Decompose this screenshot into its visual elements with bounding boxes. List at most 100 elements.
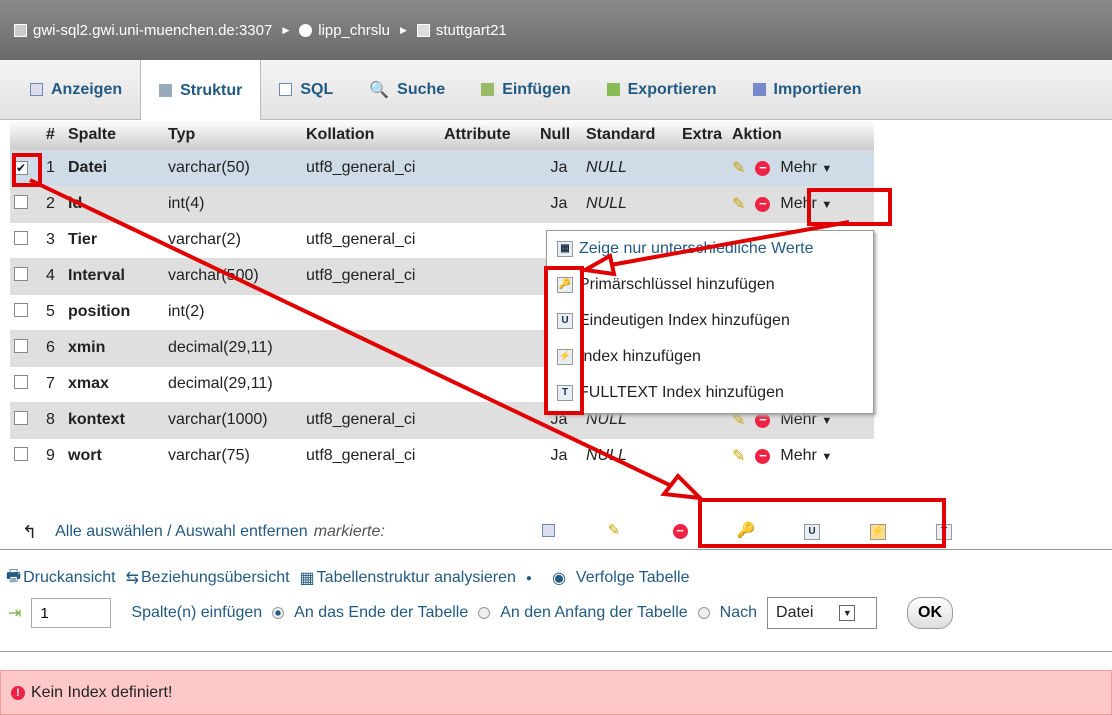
track-table-link[interactable]: Verfolge Tabelle [576, 569, 690, 587]
radio-start[interactable] [478, 607, 491, 619]
unique-icon[interactable]: U [779, 521, 845, 540]
insert-icon [481, 83, 495, 96]
row-checkbox[interactable] [14, 266, 28, 281]
print-view-link[interactable]: Druckansicht [23, 569, 115, 587]
cell-attributes [440, 401, 536, 438]
analyze-link[interactable]: Tabellenstruktur analysieren [317, 569, 516, 587]
warning-icon: ! [11, 685, 25, 700]
edit-icon[interactable]: ✎ [732, 194, 745, 214]
sql-icon [279, 83, 293, 96]
edit-icon[interactable]: ✎ [732, 446, 745, 466]
drop-icon[interactable]: − [755, 412, 771, 428]
search-icon: 🔍 [369, 81, 390, 99]
cell-attributes [440, 221, 536, 258]
after-column-select[interactable]: Datei ▼ [767, 597, 878, 629]
breadcrumb-database[interactable]: lipp_chrslu [318, 22, 390, 39]
cell-type: int(2) [164, 293, 302, 330]
drop-icon[interactable]: − [755, 160, 771, 176]
radio-end[interactable] [272, 607, 285, 619]
drop-icon[interactable]: − [755, 196, 771, 212]
radio-after[interactable] [697, 607, 710, 619]
row-checkbox[interactable]: ✔ [14, 161, 28, 175]
error-text: Kein Index definiert! [31, 683, 173, 701]
tab-structure[interactable]: Struktur [140, 60, 262, 121]
cell-num: 6 [42, 329, 64, 366]
cell-num: 5 [42, 293, 64, 330]
tab-search[interactable]: 🔍 Suche [351, 60, 463, 120]
col-header-null: Null [536, 120, 582, 150]
tab-import[interactable]: Importieren [735, 60, 880, 120]
cell-collation: utf8_general_ci [302, 401, 440, 438]
annotation-arrowhead [660, 472, 706, 501]
chevron-down-icon: ▼ [821, 415, 833, 427]
cell-type: decimal(29,11) [164, 365, 302, 402]
cell-name: wort [64, 437, 164, 474]
cell-attributes [440, 329, 536, 366]
col-header-num: # [42, 120, 64, 150]
menu-item-unique[interactable]: U Eindeutigen Index hinzufügen [547, 303, 873, 339]
track-icon: ◉ [551, 570, 566, 587]
menu-item-key[interactable]: 🔑 Primärschlüssel hinzufügen [547, 267, 873, 303]
row-checkbox[interactable] [14, 302, 28, 317]
more-button[interactable]: Mehr ▼ [780, 195, 832, 213]
cell-name: id [64, 185, 164, 222]
cell-type: varchar(75) [164, 437, 302, 474]
relation-view-link[interactable]: Beziehungsübersicht [141, 569, 290, 587]
browse-icon[interactable] [515, 522, 581, 539]
key-icon: 🔑 [557, 277, 573, 293]
menu-item-index[interactable]: ⚡ Index hinzufügen [547, 339, 873, 375]
row-checkbox[interactable] [14, 410, 28, 425]
cell-num: 3 [42, 221, 64, 258]
cell-collation [302, 293, 440, 330]
breadcrumb-table[interactable]: stuttgart21 [436, 22, 507, 39]
edit-icon[interactable]: ✎ [732, 158, 745, 178]
divider [0, 651, 1112, 652]
more-button[interactable]: Mehr ▼ [780, 159, 832, 177]
select-all-arrow-icon: ↰ [22, 521, 38, 542]
fulltext-icon[interactable]: T [911, 521, 977, 540]
insert-column-icon: ⇥ [8, 605, 22, 622]
drop-icon[interactable]: − [755, 448, 771, 464]
server-icon [14, 23, 27, 37]
select-all-link[interactable]: Alle auswählen / Auswahl entfernen [55, 523, 308, 541]
cell-name: position [64, 293, 164, 330]
cell-null: Ja [536, 149, 582, 186]
index-icon[interactable]: ⚡ [845, 521, 911, 540]
help-icon[interactable]: ● [526, 573, 532, 584]
cell-default: NULL [582, 149, 678, 186]
cell-type: varchar(50) [164, 149, 302, 186]
tab-browse[interactable]: Anzeigen [12, 60, 140, 120]
ok-button[interactable]: OK [907, 597, 954, 629]
edit-icon[interactable]: ✎ [581, 521, 647, 539]
drop-icon[interactable]: − [647, 522, 713, 539]
tab-export[interactable]: Exportieren [589, 60, 735, 120]
tab-sql[interactable]: SQL [261, 60, 351, 120]
col-header-type: Typ [164, 120, 302, 150]
cell-default: NULL [582, 437, 678, 474]
key-icon[interactable]: 🔑 [713, 521, 779, 539]
menu-item-fulltext[interactable]: T FULLTEXT Index hinzufügen [547, 375, 873, 411]
col-header-action: Aktion [728, 120, 874, 150]
row-checkbox[interactable] [14, 338, 28, 353]
row-checkbox[interactable] [14, 230, 28, 245]
breadcrumb-server[interactable]: gwi-sql2.gwi.uni-muenchen.de:3307 [33, 22, 272, 39]
row-checkbox[interactable] [14, 194, 28, 209]
tab-insert[interactable]: Einfügen [463, 60, 588, 120]
column-count-input[interactable] [31, 598, 112, 628]
col-header-name: Spalte [64, 120, 164, 150]
import-icon [752, 83, 766, 96]
chevron-down-icon: ▼ [821, 199, 833, 211]
menu-item-browse-distinct[interactable]: ▦ Zeige nur unterschiedliche Werte [547, 231, 873, 267]
fulltext-icon: T [557, 385, 573, 401]
cell-num: 7 [42, 365, 64, 402]
row-checkbox[interactable] [14, 446, 28, 461]
print-icon: 🖶 [6, 567, 22, 585]
marked-label: markierte: [313, 523, 385, 540]
cell-attributes [440, 437, 536, 474]
cell-null: Ja [536, 437, 582, 474]
cell-num: 1 [42, 149, 64, 186]
more-button[interactable]: Mehr ▼ [780, 447, 832, 465]
breadcrumb-separator-icon: ▶ [282, 24, 290, 35]
col-header-collation: Kollation [302, 120, 440, 150]
row-checkbox[interactable] [14, 374, 28, 389]
